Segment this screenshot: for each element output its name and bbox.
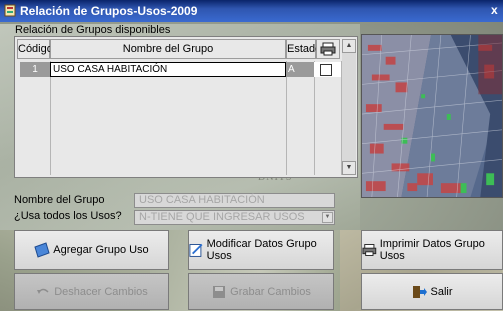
cell-print-checkbox[interactable] xyxy=(314,62,341,77)
usa-todos-label: ¿Usa todos los Usos? xyxy=(14,210,122,222)
scroll-down-button[interactable]: ▼ xyxy=(342,161,356,175)
nombre-label: Nombre del Grupo xyxy=(14,194,105,206)
cell-nombre[interactable]: USO CASA HABITACIÓN xyxy=(50,62,286,77)
deshacer-cambios-button[interactable]: Deshacer Cambios xyxy=(14,273,169,310)
column-header-estado[interactable]: Estado xyxy=(286,39,321,59)
close-button[interactable]: x xyxy=(491,3,503,18)
salir-button[interactable]: Salir xyxy=(361,273,503,310)
usa-todos-value: N-TIENE QUE INGRESAR USOS xyxy=(139,211,305,223)
cell-codigo[interactable]: 1 xyxy=(20,62,50,77)
usa-todos-select[interactable]: N-TIENE QUE INGRESAR USOS ▼ xyxy=(134,210,335,225)
printer-icon xyxy=(320,42,336,56)
cell-estado[interactable]: A xyxy=(286,62,314,77)
grid-divider xyxy=(314,61,315,175)
chevron-down-icon[interactable]: ▼ xyxy=(322,212,333,223)
grabar-cambios-button[interactable]: Grabar Cambios xyxy=(188,273,334,310)
imprimir-datos-button[interactable]: Imprimir Datos Grupo Usos xyxy=(361,230,503,270)
vertical-scrollbar[interactable]: ▲ ▼ xyxy=(342,39,356,175)
exit-icon xyxy=(413,285,428,298)
salir-label: Salir xyxy=(430,285,453,298)
column-header-nombre[interactable]: Nombre del Grupo xyxy=(50,39,286,59)
column-header-print[interactable] xyxy=(316,39,340,59)
modificar-datos-button[interactable]: Modificar Datos Grupo Usos xyxy=(188,230,334,270)
modificar-label: Modificar Datos Grupo Usos xyxy=(206,238,317,262)
edit-icon xyxy=(189,243,203,257)
app-icon xyxy=(4,4,16,17)
city-map-image xyxy=(361,34,503,198)
grid-caption: Relación de Grupos disponibles xyxy=(15,24,171,36)
nombre-field[interactable]: USO CASA HABITACIÓN xyxy=(134,193,335,208)
title-bar[interactable]: Relación de Grupos-Usos-2009 x xyxy=(0,0,503,22)
application-window: DNITS Relación de Grupos-Usos-2009 x Rel… xyxy=(0,0,503,311)
add-icon xyxy=(34,242,50,258)
scroll-up-button[interactable]: ▲ xyxy=(342,39,356,53)
grabar-label: Grabar Cambios xyxy=(230,285,311,298)
grid-divider xyxy=(286,61,287,175)
agregar-label: Agregar Grupo Uso xyxy=(53,244,149,256)
print-checkbox[interactable] xyxy=(320,64,332,76)
groups-grid[interactable]: Código Nombre del Grupo Estado 1 USO CAS… xyxy=(14,36,358,178)
window-title: Relación de Grupos-Usos-2009 xyxy=(20,4,198,18)
save-icon xyxy=(213,285,226,298)
agregar-grupo-button[interactable]: Agregar Grupo Uso xyxy=(14,230,169,270)
undo-icon xyxy=(37,288,49,294)
printer-icon xyxy=(362,244,377,256)
imprimir-label: Imprimir Datos Grupo Usos xyxy=(379,238,485,262)
column-header-codigo[interactable]: Código xyxy=(17,39,53,59)
deshacer-label: Deshacer Cambios xyxy=(54,285,148,298)
grid-divider xyxy=(50,61,51,175)
